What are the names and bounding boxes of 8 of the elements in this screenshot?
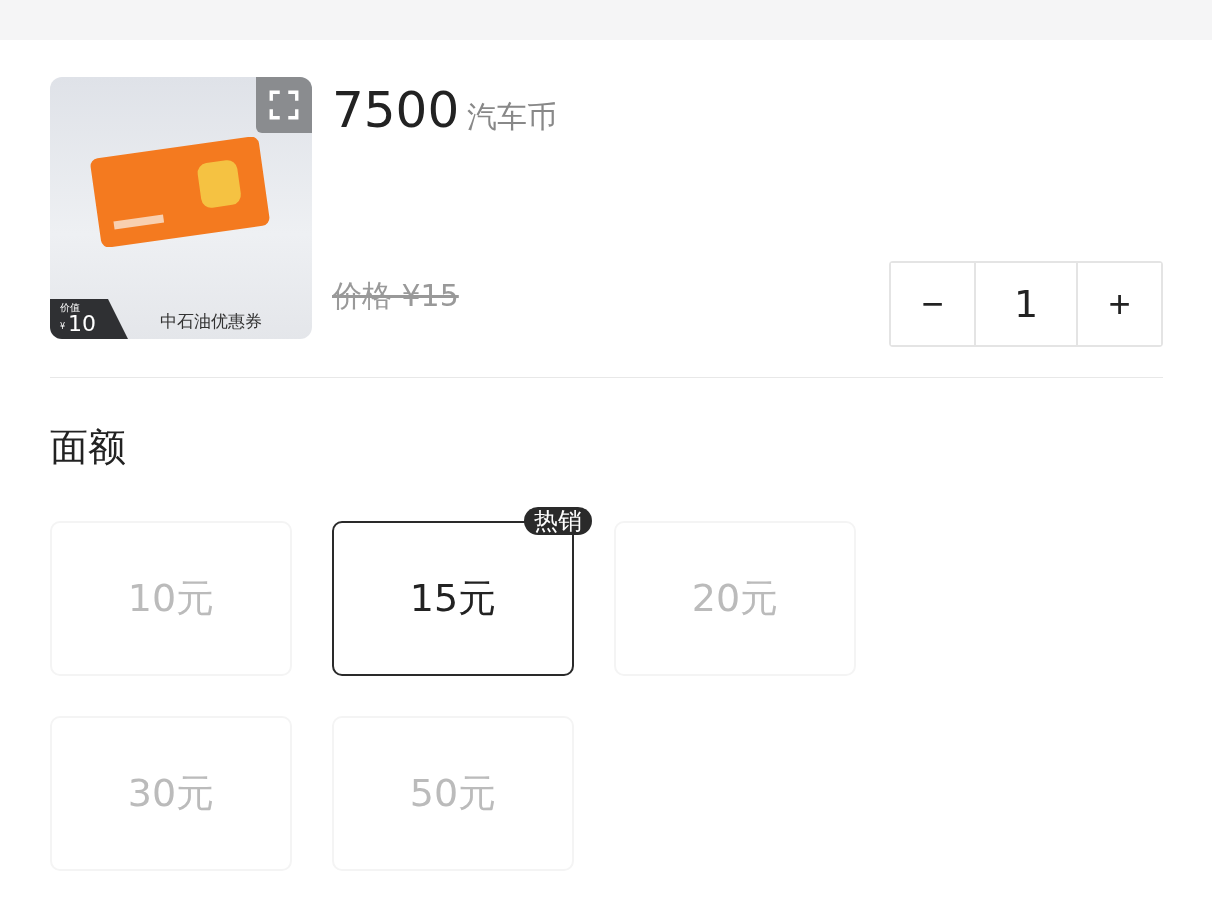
section-title: 面额 [50, 424, 127, 471]
original-price: 价格 ¥15 [332, 277, 459, 315]
fullscreen-icon[interactable] [256, 77, 312, 133]
value-currency: ¥ [60, 322, 66, 331]
hot-badge: 热销 [524, 507, 592, 535]
image-caption: 中石油优惠券 [160, 310, 262, 333]
price-unit: 汽车币 [467, 98, 558, 136]
price-amount: 7500 [332, 81, 460, 139]
